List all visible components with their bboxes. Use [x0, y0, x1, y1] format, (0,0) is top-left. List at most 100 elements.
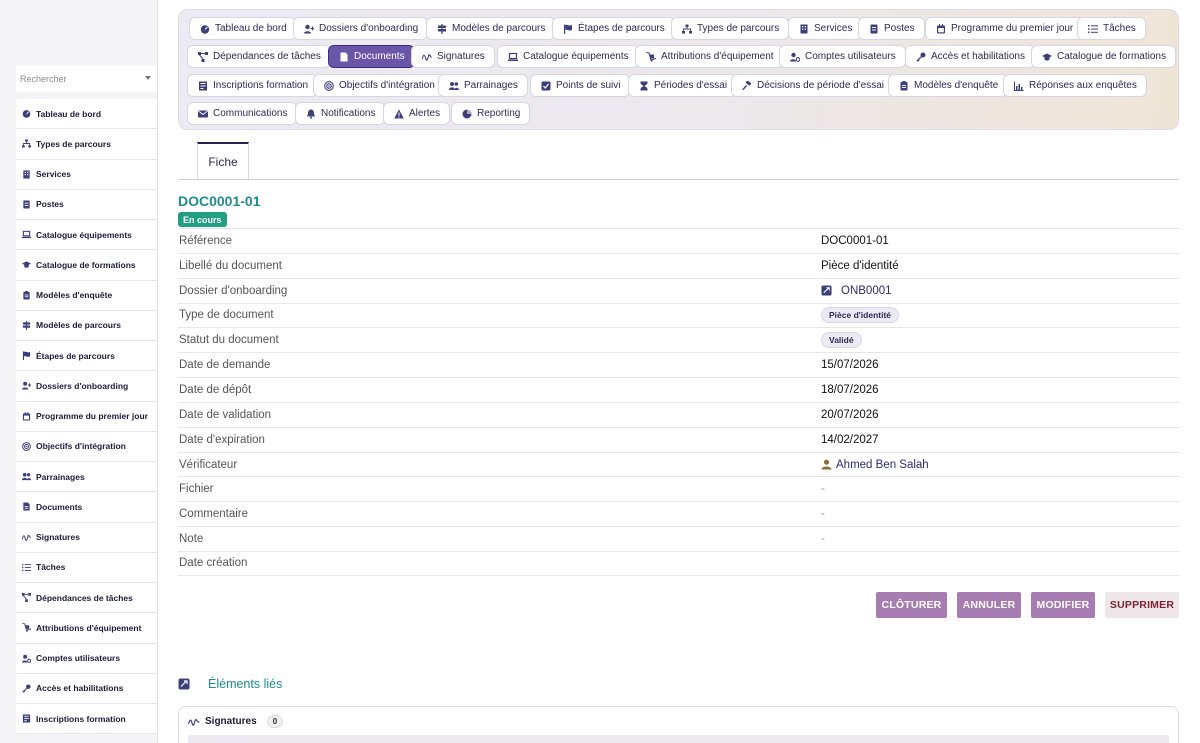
- document-icon: [22, 502, 30, 511]
- sidebar-item-dossiers-d-onboarding[interactable]: Dossiers d'onboarding: [16, 371, 157, 402]
- calendar-icon: [22, 411, 30, 421]
- tab-attributions-d-equipement[interactable]: Attributions d'équipement: [635, 45, 784, 68]
- tab-label: Points de suivi: [556, 80, 621, 91]
- sidebar-item-dependances-de-taches[interactable]: Dépendances de tâches: [16, 583, 157, 614]
- tab-tableau-de-bord[interactable]: Tableau de bord: [189, 17, 297, 40]
- tab-programme-du-premier-jour[interactable]: Programme du premier jour: [925, 17, 1084, 40]
- field-value-link[interactable]: ONB0001: [821, 285, 892, 297]
- key-icon: [915, 51, 926, 62]
- tab-label: Signatures: [437, 51, 485, 62]
- tab-modeles-d-enquete[interactable]: Modèles d'enquête: [888, 74, 1009, 97]
- gauge-icon: [200, 24, 209, 34]
- user-gear-icon: [21, 654, 31, 663]
- sidebar-item-acces-et-habilitations[interactable]: Accès et habilitations: [16, 673, 157, 704]
- sidebar-search-select[interactable]: Rechercher: [16, 66, 157, 92]
- tab-label: Dossiers d'onboarding: [319, 23, 419, 34]
- sidebar-item-tableau-de-bord[interactable]: Tableau de bord: [16, 99, 157, 130]
- record-title: DOC0001-01: [178, 193, 261, 209]
- tab-comptes-utilisateurs[interactable]: Comptes utilisateurs: [779, 45, 906, 68]
- tab-documents[interactable]: Documents: [328, 45, 415, 68]
- gavel-icon: [741, 80, 751, 90]
- user-gear-icon: [789, 52, 800, 62]
- tab-postes[interactable]: Postes: [858, 17, 925, 40]
- tab-types-de-parcours[interactable]: Types de parcours: [671, 17, 790, 40]
- diagram-icon: [21, 593, 31, 603]
- sidebar-item-modeles-de-parcours[interactable]: Modèles de parcours: [16, 310, 157, 341]
- dolly-icon: [21, 623, 31, 633]
- flag-icon: [562, 23, 573, 34]
- edit-button[interactable]: MODIFIER: [1031, 592, 1095, 618]
- tab-taches[interactable]: Tâches: [1077, 17, 1146, 40]
- sidebar-item-modeles-d-enquete[interactable]: Modèles d'enquête: [16, 280, 157, 311]
- tab-acces-et-habilitations[interactable]: Accès et habilitations: [905, 45, 1035, 68]
- tab-services[interactable]: Services: [788, 17, 863, 40]
- clipboard-icon: [900, 80, 907, 90]
- sidebar-item-types-de-parcours[interactable]: Types de parcours: [16, 129, 157, 160]
- clipboard-icon: [22, 290, 30, 300]
- sidebar-item-label: Accès et habilitations: [36, 683, 124, 694]
- target-icon: [21, 441, 31, 451]
- field-row-note: Note -: [178, 526, 1179, 551]
- sidebar-item-parrainages[interactable]: Parrainages: [16, 462, 157, 493]
- dolly-icon: [645, 51, 656, 62]
- delete-button[interactable]: SUPPRIMER: [1105, 592, 1179, 618]
- field-row-type-de-document: Type de document Pièce d'identité: [178, 302, 1179, 328]
- tab-reporting[interactable]: Reporting: [451, 102, 531, 125]
- tab-communications[interactable]: Communications: [187, 102, 298, 125]
- tab-points-de-suivi[interactable]: Points de suivi: [530, 74, 631, 97]
- signatures-table: [188, 735, 1169, 743]
- envelope-icon: [197, 110, 208, 117]
- clipboard-icon: [21, 290, 31, 300]
- sidebar-item-label: Objectifs d'intégration: [36, 441, 126, 452]
- laptop-icon: [21, 230, 31, 240]
- sidebar-item-objectifs-d-integration[interactable]: Objectifs d'intégration: [16, 431, 157, 462]
- sidebar-item-label: Attributions d'équipement: [36, 622, 142, 633]
- target-icon: [21, 442, 31, 451]
- sidebar-item-documents[interactable]: Documents: [16, 492, 157, 523]
- tab-label: Objectifs d'intégration: [339, 80, 435, 91]
- tab-decisions-de-periode-d-essai[interactable]: Décisions de période d'essai: [731, 74, 894, 97]
- signatures-panel-header[interactable]: Signatures 0: [188, 715, 284, 728]
- tab-dossiers-d-onboarding[interactable]: Dossiers d'onboarding: [293, 17, 429, 40]
- field-value-link[interactable]: Ahmed Ben Salah: [821, 459, 929, 471]
- cancel-button[interactable]: ANNULER: [957, 592, 1021, 618]
- tab-objectifs-d-integration[interactable]: Objectifs d'intégration: [313, 74, 445, 97]
- close-record-button[interactable]: CLÔTURER: [876, 592, 947, 618]
- sitemap-icon: [21, 139, 31, 148]
- tab-catalogue-de-formations[interactable]: Catalogue de formations: [1031, 45, 1176, 68]
- related-section-title: Éléments liés: [208, 677, 283, 691]
- field-row-dossier-d-onboarding: Dossier d'onboarding ONB0001: [178, 277, 1179, 303]
- sitemap-icon: [681, 23, 692, 34]
- tab-label: Programme du premier jour: [951, 23, 1074, 34]
- tab-dependances-de-taches[interactable]: Dépendances de tâches: [187, 45, 331, 68]
- tab-reponses-aux-enquetes[interactable]: Réponses aux enquêtes: [1003, 74, 1147, 97]
- tab-inscriptions-formation[interactable]: Inscriptions formation: [187, 74, 319, 97]
- sidebar-item-inscriptions-formation[interactable]: Inscriptions formation: [16, 704, 157, 735]
- field-row-date-d-expiration: Date d'expiration 14/02/2027: [178, 426, 1179, 452]
- sidebar-item-postes[interactable]: Postes: [16, 189, 157, 220]
- gavel-icon: [741, 80, 752, 91]
- chevron-down-icon: [145, 76, 151, 80]
- sidebar-item-taches[interactable]: Tâches: [16, 552, 157, 583]
- sidebar-item-programme-du-premier-jour[interactable]: Programme du premier jour: [16, 401, 157, 432]
- tab-notifications[interactable]: Notifications: [295, 102, 386, 125]
- signature-icon: [21, 534, 31, 541]
- field-value: Pièce d'identité: [821, 259, 899, 272]
- tab-label: Étapes de parcours: [578, 23, 665, 34]
- tab-signatures[interactable]: Signatures: [411, 45, 495, 68]
- sidebar-item-comptes-utilisateurs[interactable]: Comptes utilisateurs: [16, 643, 157, 674]
- sidebar-item-etapes-de-parcours[interactable]: Étapes de parcours: [16, 341, 157, 372]
- tab-periodes-d-essai[interactable]: Périodes d'essai: [628, 74, 738, 97]
- sidebar-item-attributions-d-equipement[interactable]: Attributions d'équipement: [16, 613, 157, 644]
- tab-catalogue-equipements[interactable]: Catalogue équipements: [497, 45, 639, 68]
- sidebar-item-catalogue-equipements[interactable]: Catalogue équipements: [16, 220, 157, 251]
- tab-parrainages[interactable]: Parrainages: [438, 74, 528, 97]
- sidebar-item-signatures[interactable]: Signatures: [16, 522, 157, 553]
- tab-alertes[interactable]: Alertes: [383, 102, 451, 125]
- sidebar-item-catalogue-de-formations[interactable]: Catalogue de formations: [16, 250, 157, 281]
- sidebar-item-services[interactable]: Services: [16, 159, 157, 190]
- field-row-libelle-du-document: Libellé du document Pièce d'identité: [178, 252, 1179, 278]
- tab-etapes-de-parcours[interactable]: Étapes de parcours: [552, 17, 675, 40]
- tab-fiche[interactable]: Fiche: [197, 142, 249, 179]
- tab-modeles-de-parcours[interactable]: Modèles de parcours: [426, 17, 556, 40]
